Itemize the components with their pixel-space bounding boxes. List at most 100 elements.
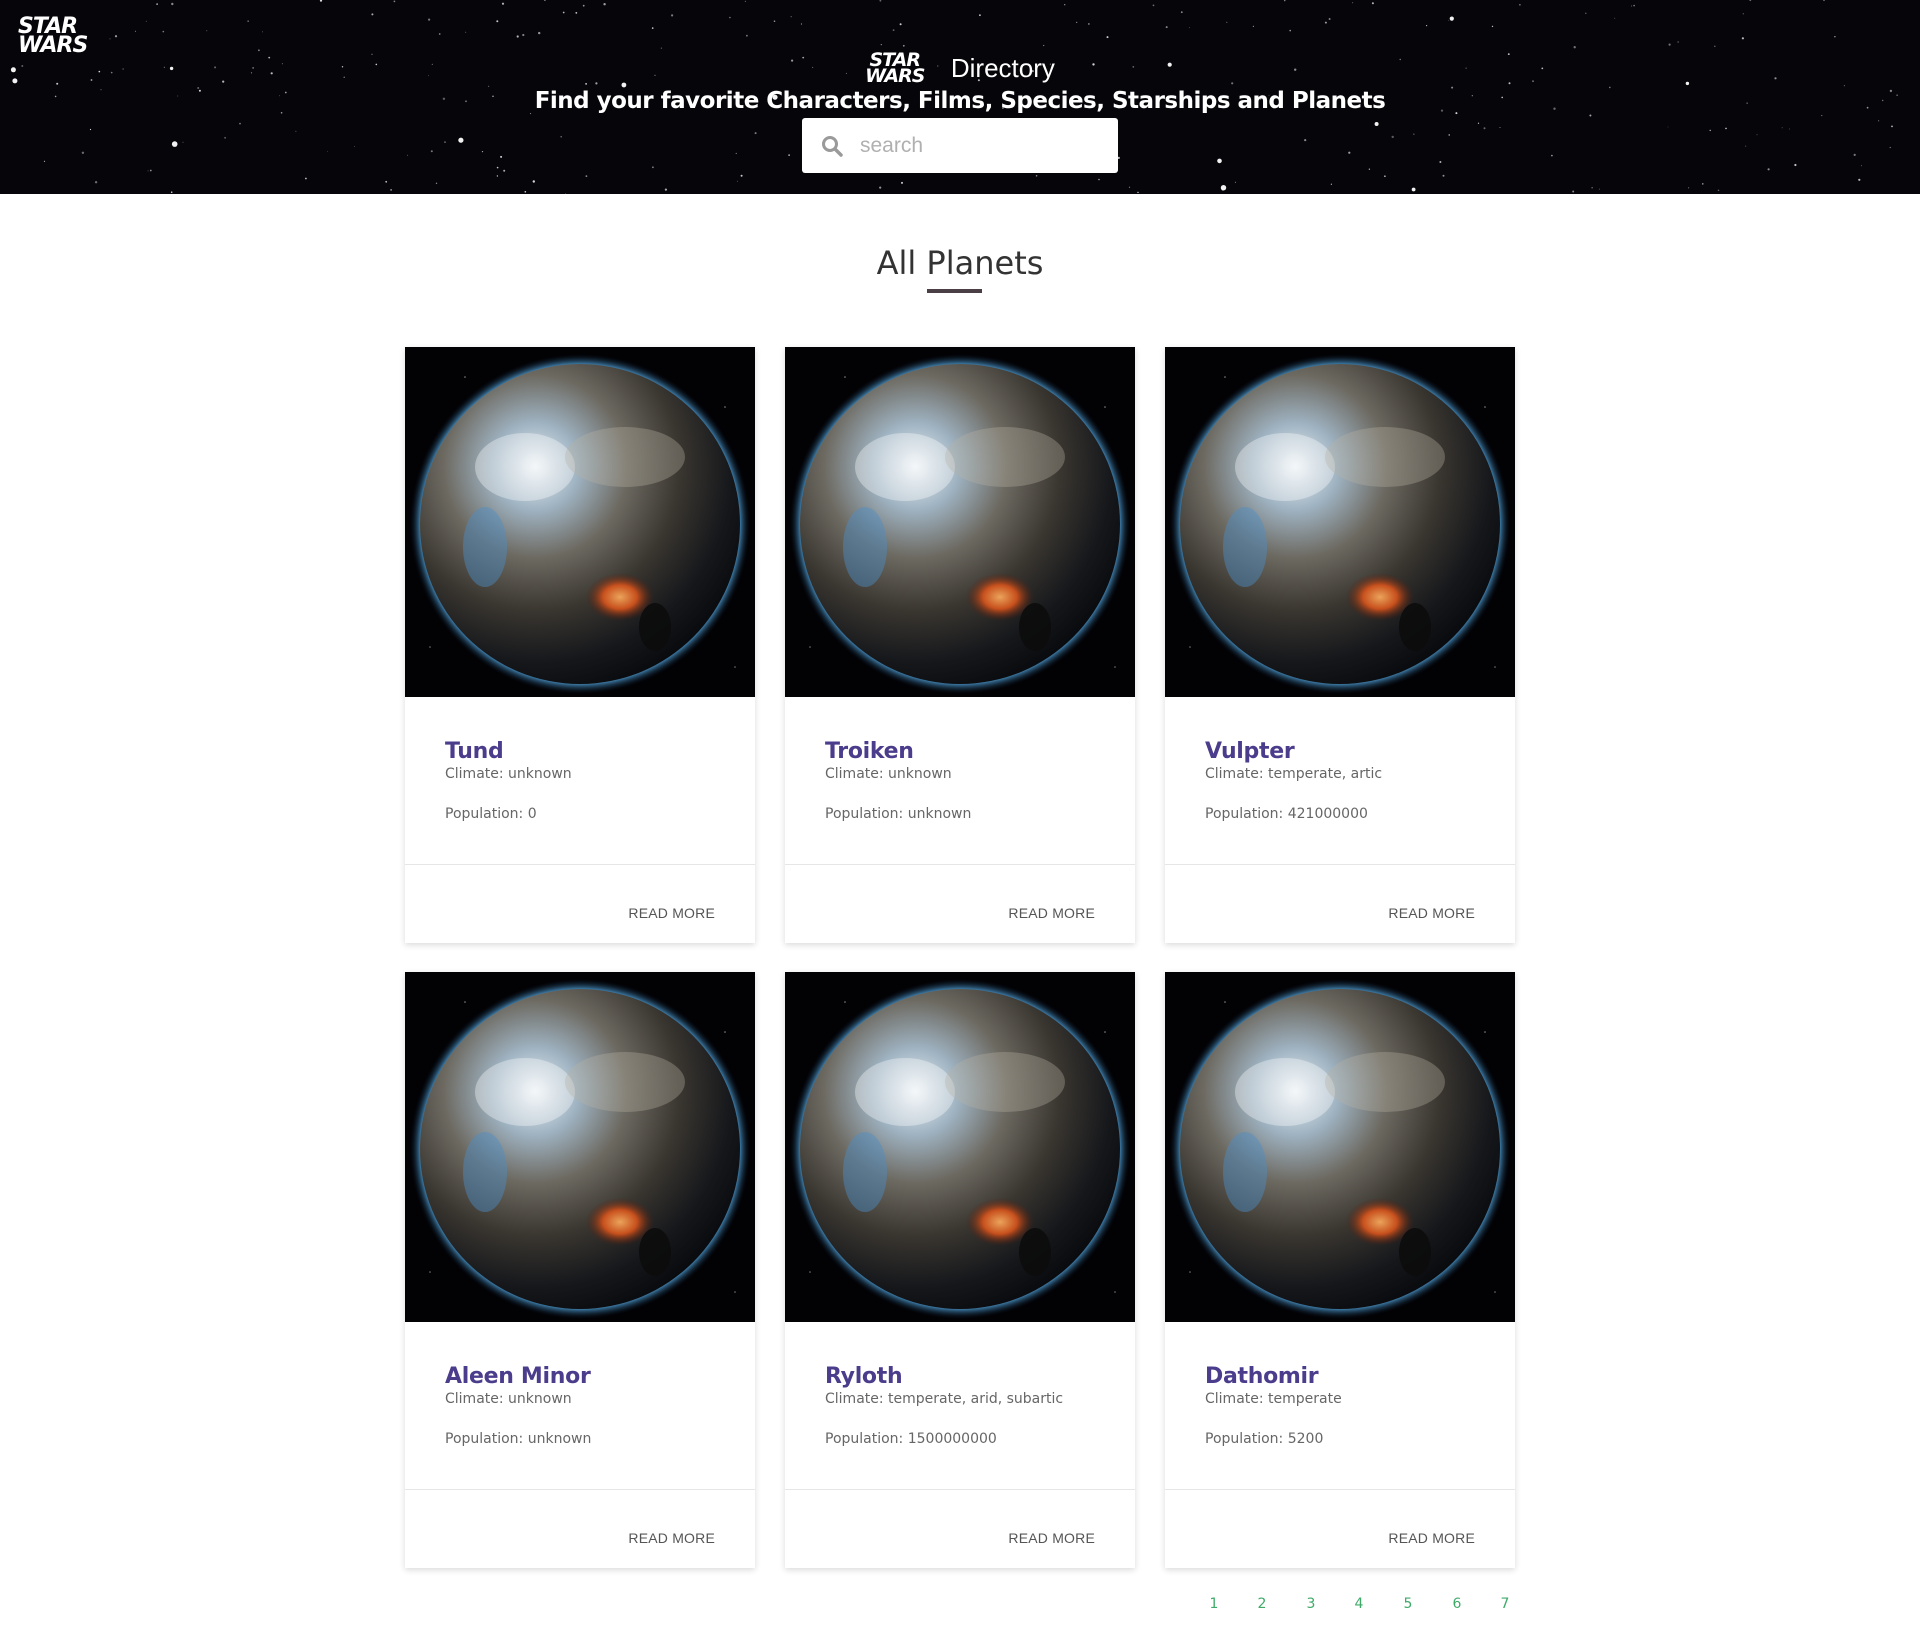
page-link-2[interactable]: 2 (1252, 1596, 1272, 1612)
star (385, 180, 388, 183)
star (1324, 21, 1327, 24)
planet-name[interactable]: Tund (445, 739, 735, 764)
star (1821, 115, 1823, 117)
star (1853, 153, 1856, 156)
star (224, 136, 227, 139)
star (1368, 168, 1371, 170)
star (1220, 185, 1227, 191)
search-icon (822, 135, 843, 157)
star (902, 44, 905, 47)
planet-population: Population: 5200 (1205, 1431, 1324, 1447)
star (1137, 191, 1139, 194)
star (671, 14, 674, 17)
planet-image[interactable] (1165, 972, 1515, 1322)
search-input[interactable] (860, 133, 1100, 158)
star (170, 191, 173, 193)
planet-card: Dathomir Climate: temperate Population: … (1165, 972, 1515, 1568)
star (660, 47, 663, 49)
read-more-link[interactable]: READ MORE (628, 1530, 715, 1546)
star (500, 155, 503, 158)
star (1330, 183, 1332, 185)
planet-image[interactable] (1165, 347, 1515, 697)
star (1449, 16, 1454, 21)
star (435, 182, 438, 184)
planet-card: Troiken Climate: unknown Population: unk… (785, 347, 1135, 943)
star (393, 0, 396, 3)
page-link-3[interactable]: 3 (1301, 1596, 1321, 1612)
planet-image[interactable] (785, 347, 1135, 697)
read-more-link[interactable]: READ MORE (1388, 1530, 1475, 1546)
star (1742, 13, 1744, 15)
star (1128, 186, 1131, 188)
planet-image[interactable] (405, 972, 755, 1322)
star (1614, 17, 1616, 19)
read-more-link[interactable]: READ MORE (1008, 905, 1095, 921)
star (790, 16, 792, 18)
star (516, 35, 519, 38)
star (327, 150, 328, 152)
planet-climate: Climate: unknown (445, 1391, 572, 1407)
star (109, 38, 111, 40)
card-divider (785, 864, 1135, 865)
search-box[interactable] (802, 118, 1118, 173)
star (319, 0, 323, 2)
star (1767, 168, 1770, 171)
star (371, 13, 374, 16)
star (1076, 21, 1078, 23)
star (1789, 128, 1790, 130)
star (1794, 163, 1797, 167)
planet-card: Vulpter Climate: temperate, artic Popula… (1165, 347, 1515, 943)
star (1633, 4, 1635, 7)
star (1858, 178, 1861, 181)
star (1598, 188, 1600, 190)
page-link-4[interactable]: 4 (1349, 1596, 1369, 1612)
star (1741, 37, 1744, 40)
star (1448, 19, 1450, 21)
planet-name[interactable]: Dathomir (1205, 1364, 1495, 1389)
header-banner: STAR WARS STAR WARS Directory Find your … (0, 0, 1920, 194)
star (1573, 46, 1576, 49)
page-link-5[interactable]: 5 (1398, 1596, 1418, 1612)
page-link-6[interactable]: 6 (1447, 1596, 1467, 1612)
star (1252, 25, 1254, 27)
star (1189, 27, 1190, 29)
section-title: All Planets (876, 244, 1044, 282)
read-more-link[interactable]: READ MORE (1388, 905, 1475, 921)
planet-population: Population: 1500000000 (825, 1431, 997, 1447)
star (1668, 43, 1671, 46)
star (1152, 4, 1155, 7)
star (1217, 158, 1222, 164)
star (247, 20, 249, 22)
planet-name[interactable]: Vulpter (1205, 739, 1495, 764)
planet-name[interactable]: Troiken (825, 739, 1115, 764)
planet-population: Population: unknown (445, 1431, 592, 1447)
planet-name[interactable]: Aleen Minor (445, 1364, 735, 1389)
page-link-1[interactable]: 1 (1204, 1596, 1224, 1612)
star (901, 181, 903, 184)
star (114, 35, 118, 38)
star (1439, 161, 1442, 163)
star (1499, 127, 1501, 128)
read-more-link[interactable]: READ MORE (628, 905, 715, 921)
star (1551, 154, 1553, 157)
star (560, 135, 562, 138)
star (94, 181, 98, 184)
star (1117, 156, 1120, 159)
star (880, 44, 882, 46)
star (438, 33, 441, 35)
page-link-7[interactable]: 7 (1495, 1596, 1515, 1612)
star (562, 11, 565, 14)
planet-population: Population: unknown (825, 806, 972, 822)
planet-image[interactable] (405, 347, 755, 697)
star (544, 0, 546, 1)
star (1043, 44, 1045, 47)
star (1688, 187, 1690, 189)
planet-image[interactable] (785, 972, 1135, 1322)
pagination: 1 2 3 4 5 6 7 (1204, 1596, 1524, 1618)
star (1035, 175, 1038, 177)
star (1667, 126, 1669, 128)
planet-population: Population: 0 (445, 806, 537, 822)
star (1677, 41, 1679, 43)
read-more-link[interactable]: READ MORE (1008, 1530, 1095, 1546)
planet-name[interactable]: Ryloth (825, 1364, 1115, 1389)
